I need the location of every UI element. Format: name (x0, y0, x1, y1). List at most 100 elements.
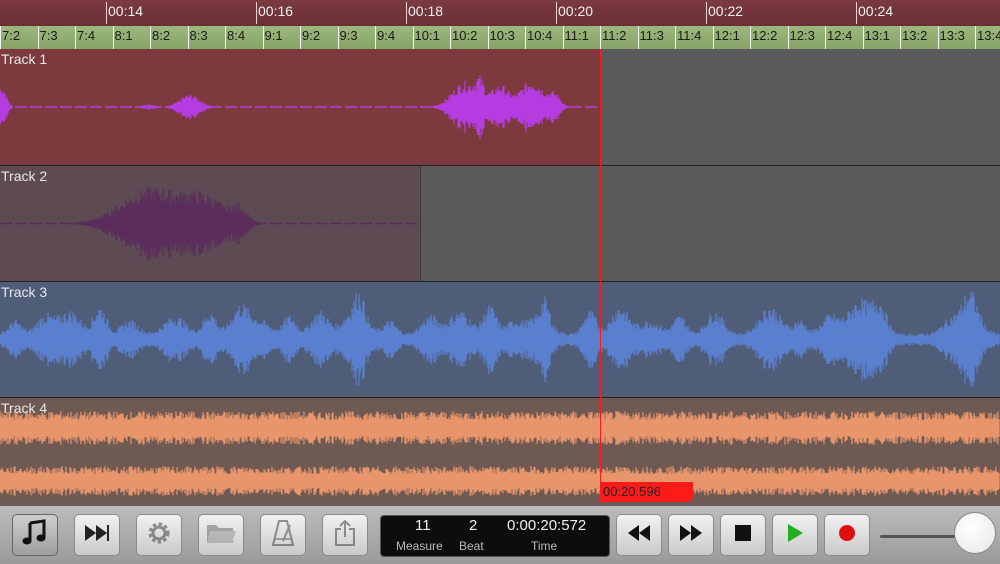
measure-label: 9:2 (302, 28, 321, 43)
measure-tick (787, 26, 789, 49)
playhead-time-badge[interactable]: 00:20.596 (601, 482, 693, 502)
time-label: 00:22 (708, 3, 744, 19)
track-2-label: Track 2 (1, 168, 48, 184)
time-label: 00:24 (858, 3, 894, 19)
measure-label: 13:3 (939, 28, 965, 43)
measure-tick (75, 26, 76, 49)
measure-tick (37, 26, 39, 49)
measure-label: 10:1 (414, 28, 440, 43)
play-icon (786, 523, 804, 548)
measure-label: 12:3 (789, 28, 815, 43)
measure-tick (487, 26, 489, 49)
measure-label: 7:3 (39, 28, 58, 43)
measure-tick (900, 26, 901, 49)
stop-icon (734, 524, 752, 547)
measure-label: 13:2 (902, 28, 928, 43)
record-button[interactable] (824, 514, 870, 556)
measure-tick (862, 26, 864, 49)
time-label: 00:16 (258, 3, 294, 19)
skip-forward-button[interactable] (74, 514, 120, 556)
stop-button[interactable] (720, 514, 766, 556)
measure-label: 12:1 (714, 28, 740, 43)
measure-tick (150, 26, 151, 49)
measure-label: 7:4 (77, 28, 96, 43)
play-button[interactable] (772, 514, 818, 556)
time-ruler[interactable]: 00:14 00:16 00:18 00:20 00:22 00:24 (0, 0, 1000, 27)
measure-label: 12:4 (827, 28, 853, 43)
measure-tick (712, 26, 714, 49)
instrument-button[interactable] (12, 514, 58, 556)
time-tick (106, 2, 107, 24)
measure-label: 8:1 (114, 28, 133, 43)
volume-slider-track[interactable] (880, 535, 960, 538)
measure-tick (262, 26, 264, 49)
time-label: Time (531, 539, 558, 553)
track-4[interactable]: Track 4 (0, 398, 1000, 505)
measure-tick (112, 26, 114, 49)
position-counter[interactable]: 11 Measure 2 Beat 0:00:20:572 Time (380, 515, 610, 557)
measure-label: 9:3 (339, 28, 358, 43)
track-1-waveform (0, 75, 600, 139)
measure-label: 8:2 (152, 28, 171, 43)
measure-label: 10:2 (452, 28, 478, 43)
track-3-waveform (0, 292, 1000, 387)
measure-label: 11:1 (564, 28, 589, 43)
beat-label: Beat (459, 539, 484, 553)
track-1[interactable]: Track 1 (0, 49, 1000, 166)
measure-label: 9:4 (377, 28, 396, 43)
track-4-label: Track 4 (1, 400, 48, 416)
measure-label: 7:2 (2, 28, 21, 43)
rewind-button[interactable] (616, 514, 662, 556)
measure-tick (525, 26, 526, 49)
time-label: 00:14 (108, 3, 144, 19)
track-3[interactable]: Track 3 (0, 282, 1000, 398)
measure-tick (825, 26, 826, 49)
music-note-icon (21, 518, 49, 552)
measure-label: 13:1 (864, 28, 890, 43)
measure-tick (450, 26, 451, 49)
measure-tick (937, 26, 939, 49)
track-1-label: Track 1 (1, 51, 48, 67)
measure-label: 12:2 (752, 28, 778, 43)
measure-tick (412, 26, 414, 49)
gear-icon (145, 519, 173, 552)
measure-tick (337, 26, 339, 49)
share-icon (333, 519, 357, 552)
metronome-button[interactable] (260, 514, 306, 556)
settings-button[interactable] (136, 514, 182, 556)
measure-value: 11 (415, 517, 431, 534)
measure-tick (675, 26, 676, 49)
record-icon (836, 522, 858, 549)
measure-tick (225, 26, 226, 49)
metronome-icon (270, 519, 296, 552)
bottom-toolbar: 11 Measure 2 Beat 0:00:20:572 Time (0, 505, 1000, 564)
measure-label: 11:4 (677, 28, 702, 43)
beat-value: 2 (469, 517, 478, 534)
open-file-button[interactable] (198, 514, 244, 556)
measure-tick (562, 26, 564, 49)
time-tick (256, 2, 257, 24)
measure-tick (375, 26, 376, 49)
time-label: 00:18 (408, 3, 444, 19)
measure-tick (750, 26, 751, 49)
measure-label: 8:3 (189, 28, 208, 43)
time-tick (556, 2, 557, 24)
measure-label: 10:3 (489, 28, 515, 43)
track-3-label: Track 3 (1, 284, 48, 300)
volume-slider-knob[interactable] (954, 512, 996, 554)
measure-tick (300, 26, 301, 49)
track-2[interactable]: Track 2 (0, 166, 1000, 282)
share-button[interactable] (322, 514, 368, 556)
forward-button[interactable] (668, 514, 714, 556)
measure-ruler[interactable]: 7:2 7:3 7:4 8:1 8:2 8:3 8:4 9:1 9:2 9:3 9:4 10:1 10:… (0, 26, 1000, 50)
measure-tick (975, 26, 976, 49)
measure-label: Measure (396, 539, 443, 553)
measure-tick (187, 26, 189, 49)
time-label: 00:20 (558, 3, 594, 19)
playhead[interactable] (600, 49, 601, 502)
track-2-waveform (0, 187, 420, 260)
measure-label: 8:4 (227, 28, 246, 43)
measure-label: 11:2 (602, 28, 627, 43)
time-tick (706, 2, 707, 24)
rewind-icon (626, 524, 652, 547)
